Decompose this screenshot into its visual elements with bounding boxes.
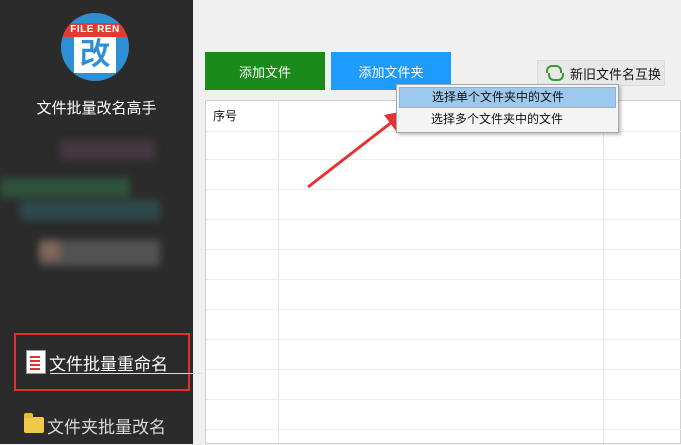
- swap-filenames-button[interactable]: 新旧文件名互换: [537, 60, 665, 86]
- menu-item-single-folder[interactable]: 选择单个文件夹中的文件: [399, 87, 616, 108]
- document-icon: [26, 350, 46, 374]
- add-folder-dropdown-menu: 选择单个文件夹中的文件 选择多个文件夹中的文件: [396, 84, 619, 133]
- swap-label: 新旧文件名互换: [570, 67, 662, 83]
- row-divider: [206, 219, 681, 220]
- sidebar: FILE REN 改 文件批量改名高手 文件批量重命名 文件夹批量改名: [0, 0, 202, 445]
- logo-glyph: 改: [74, 37, 116, 73]
- add-file-button[interactable]: 添加文件: [205, 52, 325, 90]
- blurred-item: [20, 200, 160, 220]
- row-divider: [206, 369, 681, 370]
- app-title: 文件批量改名高手: [36, 99, 157, 117]
- row-divider: [206, 279, 681, 280]
- column-divider: [278, 101, 279, 445]
- nav-underline: [50, 373, 202, 374]
- blurred-item: [0, 178, 130, 198]
- row-divider: [206, 159, 681, 160]
- row-divider: [206, 189, 681, 190]
- row-divider: [206, 399, 681, 400]
- row-divider: [206, 249, 681, 250]
- folder-icon: [24, 413, 44, 433]
- column-header-index: 序号: [213, 109, 238, 123]
- menu-item-multiple-folders[interactable]: 选择多个文件夹中的文件: [399, 109, 616, 130]
- file-table[interactable]: 序号: [205, 100, 681, 445]
- row-divider: [206, 339, 681, 340]
- column-divider: [603, 101, 604, 445]
- nav-item-folder-batch-rename[interactable]: 文件夹批量改名: [14, 405, 190, 445]
- nav-label: 文件夹批量改名: [47, 417, 166, 438]
- blurred-item: [40, 242, 60, 260]
- refresh-icon: [546, 65, 564, 81]
- blurred-item: [60, 140, 155, 160]
- app-logo: FILE REN 改: [61, 13, 129, 81]
- logo-banner: FILE REN: [61, 23, 129, 37]
- row-divider: [206, 429, 681, 430]
- nav-item-file-batch-rename[interactable]: 文件批量重命名: [14, 333, 202, 391]
- nav-label: 文件批量重命名: [49, 354, 168, 375]
- row-divider: [206, 309, 681, 310]
